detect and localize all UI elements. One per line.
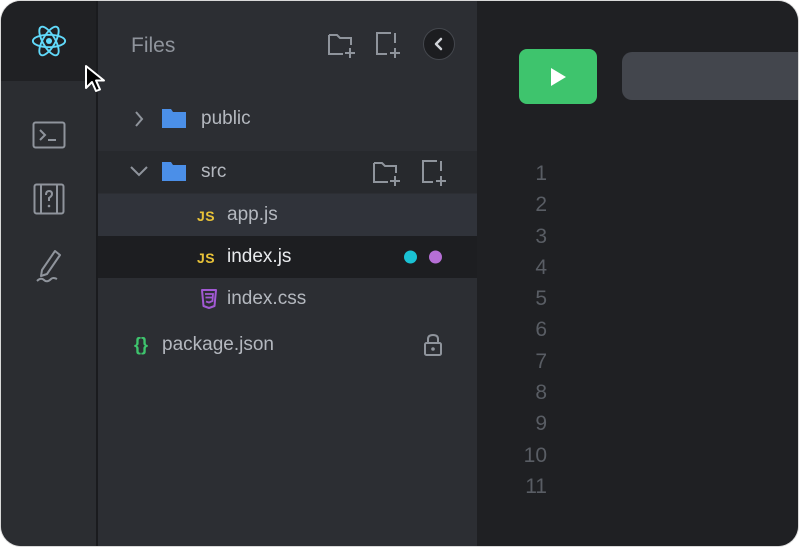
js-file-icon: JS xyxy=(197,207,216,224)
tree-item-label: src xyxy=(201,161,227,182)
chevron-right-icon xyxy=(135,111,144,127)
address-bar[interactable] xyxy=(622,52,798,100)
new-file-icon[interactable] xyxy=(375,31,403,64)
line-number: 7 xyxy=(535,349,547,373)
lock-icon xyxy=(424,333,442,356)
tree-item-label: public xyxy=(201,108,251,129)
terminal-icon xyxy=(32,121,65,149)
play-icon xyxy=(551,67,566,86)
tree-item-src[interactable]: src xyxy=(98,151,477,193)
folder-icon xyxy=(162,162,186,181)
editor-pane: 1 2 3 4 5 6 7 8 9 10 11 xyxy=(477,1,798,546)
explorer-title: Files xyxy=(131,34,176,57)
line-number: 2 xyxy=(535,193,547,217)
status-dot-purple xyxy=(429,250,442,264)
new-folder-icon[interactable] xyxy=(372,159,402,192)
json-file-icon: {} xyxy=(134,334,149,355)
tree-item-public[interactable]: public xyxy=(98,98,477,140)
file-explorer: Files public src JS app.js JS index.js i… xyxy=(98,1,477,546)
mouse-pointer-icon xyxy=(85,65,105,92)
line-number: 8 xyxy=(535,381,547,405)
line-number: 4 xyxy=(535,255,547,279)
status-dot-cyan xyxy=(404,250,417,264)
new-file-icon[interactable] xyxy=(421,159,449,192)
chevron-left-icon xyxy=(434,37,443,51)
line-number: 6 xyxy=(535,318,547,342)
editor-window: Files public src JS app.js JS index.js i… xyxy=(1,1,798,546)
tree-item-label: index.js xyxy=(227,246,292,267)
line-number: 1 xyxy=(535,162,547,185)
tree-item-index-css[interactable]: index.css xyxy=(98,278,477,320)
tree-item-app-js[interactable]: JS app.js xyxy=(98,194,477,236)
line-number-gutter: 1 2 3 4 5 6 7 8 9 10 11 xyxy=(507,158,547,502)
terminal-activity-button[interactable] xyxy=(1,113,96,157)
tree-item-index-js[interactable]: JS index.js xyxy=(98,236,477,278)
react-activity-button[interactable] xyxy=(1,1,96,81)
edit-activity-button[interactable] xyxy=(1,243,96,287)
tree-item-label: package.json xyxy=(162,334,274,355)
line-number: 10 xyxy=(523,443,547,467)
pen-icon xyxy=(35,250,61,283)
line-number: 5 xyxy=(535,287,547,311)
tree-item-label: index.css xyxy=(227,288,307,309)
tree-item-package-json[interactable]: {} package.json xyxy=(98,324,477,366)
help-icon xyxy=(33,183,64,215)
tree-item-label: app.js xyxy=(227,204,278,225)
line-number: 11 xyxy=(525,474,547,498)
line-number: 3 xyxy=(535,224,547,248)
new-folder-icon[interactable] xyxy=(327,31,357,64)
react-icon xyxy=(31,25,66,57)
run-button[interactable] xyxy=(519,49,597,104)
css3-icon xyxy=(201,289,217,309)
line-number: 9 xyxy=(535,412,547,436)
chevron-down-icon xyxy=(130,166,148,177)
collapse-sidebar-button[interactable] xyxy=(423,28,455,60)
help-activity-button[interactable] xyxy=(1,177,96,221)
js-file-icon: JS xyxy=(197,249,216,266)
folder-icon xyxy=(162,109,186,128)
